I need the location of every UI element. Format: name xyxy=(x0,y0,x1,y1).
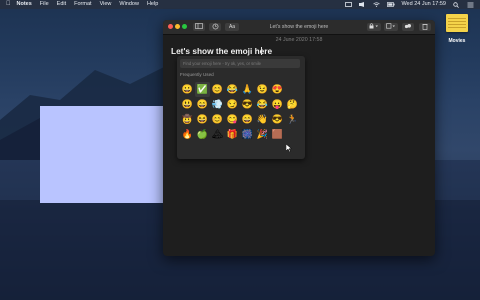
menu-format[interactable]: Format xyxy=(74,0,91,9)
list-view-button[interactable] xyxy=(193,23,205,31)
emoji-cell xyxy=(285,82,300,97)
emoji-cell[interactable]: ✅ xyxy=(195,82,210,97)
emoji-cell[interactable]: 🟫 xyxy=(270,127,285,142)
menubar-clock[interactable]: Wed 24 Jun 17:59 xyxy=(401,0,446,9)
list-icon xyxy=(195,23,203,29)
menu-help[interactable]: Help xyxy=(147,0,158,9)
emoji-cell[interactable]: 😄 xyxy=(195,97,210,112)
desktop-icon-label: Movies xyxy=(448,38,466,44)
format-text-button[interactable]: Aa xyxy=(225,23,239,31)
notes-window: Aa Let's show the emoji here 24 June 202… xyxy=(163,20,435,256)
clock-icon xyxy=(212,23,218,30)
emoji-cell[interactable]: 😆 xyxy=(195,112,210,127)
emoji-cell[interactable]: 😎 xyxy=(240,97,255,112)
emoji-cell[interactable]: 🤠 xyxy=(180,112,195,127)
emoji-cell[interactable]: 😊 xyxy=(210,82,225,97)
emoji-cell[interactable]: 😋 xyxy=(225,112,240,127)
emoji-cell[interactable]: 😛 xyxy=(270,97,285,112)
audio-icon[interactable] xyxy=(359,2,366,7)
emoji-cell[interactable]: 😂 xyxy=(255,97,270,112)
emoji-section-heading: Frequently Used xyxy=(180,72,214,77)
trash-icon xyxy=(422,24,428,30)
control-center-icon[interactable] xyxy=(467,2,474,8)
emoji-search-input[interactable]: Find your emoji here - try ok, yes, or s… xyxy=(180,59,300,68)
apple-menu-icon[interactable]:  xyxy=(6,0,11,9)
minimize-window-button[interactable] xyxy=(175,24,180,29)
search-icon[interactable] xyxy=(453,2,460,8)
emoji-cell[interactable]: 🙏 xyxy=(240,82,255,97)
control-strip-icon[interactable] xyxy=(345,2,353,7)
share-button[interactable] xyxy=(402,23,414,31)
emoji-cell[interactable]: 🎁 xyxy=(225,127,240,142)
mouse-pointer-icon xyxy=(286,144,292,152)
window-titlebar: Aa Let's show the emoji here xyxy=(163,20,435,35)
emoji-cell[interactable]: 😃 xyxy=(180,97,195,112)
attachment-icon xyxy=(386,23,395,29)
emoji-cell[interactable]: 😉 xyxy=(255,82,270,97)
emoji-cell[interactable]: 😄 xyxy=(240,112,255,127)
emoji-cell[interactable]: 🎉 xyxy=(255,127,270,142)
battery-icon[interactable] xyxy=(387,2,396,7)
emoji-cell[interactable]: 😂 xyxy=(225,82,240,97)
emoji-cell[interactable]: 😍 xyxy=(270,82,285,97)
menu-bar:  Notes File Edit Format View Window Hel… xyxy=(0,0,480,9)
wifi-icon[interactable] xyxy=(373,2,381,7)
emoji-cell[interactable]: 🏃 xyxy=(285,112,300,127)
menu-file[interactable]: File xyxy=(40,0,49,9)
emoji-cell[interactable]: 😏 xyxy=(225,97,240,112)
emoji-cell[interactable]: 🎆 xyxy=(240,127,255,142)
lock-icon xyxy=(369,23,378,29)
emoji-grid: 😀 ✅ 😊 😂 🙏 😉 😍 😃 😄 💨 😏 😎 😂 😛 🤔 🤠 😆 😊 😋 😄 … xyxy=(180,82,300,142)
emoji-cell xyxy=(285,127,300,142)
movies-folder-icon[interactable] xyxy=(446,14,468,32)
emoji-cell[interactable]: 🔥 xyxy=(180,127,195,142)
trash-button[interactable] xyxy=(419,23,431,31)
emoji-cell[interactable]: 🏔 xyxy=(210,127,225,142)
menu-edit[interactable]: Edit xyxy=(57,0,66,9)
menu-view[interactable]: View xyxy=(100,0,112,9)
zoom-window-button[interactable] xyxy=(182,24,187,29)
menu-window[interactable]: Window xyxy=(119,0,139,9)
menu-app-name[interactable]: Notes xyxy=(17,0,32,9)
text-caret xyxy=(261,47,262,55)
window-title: Let's show the emoji here xyxy=(269,24,329,30)
emoji-cell[interactable]: 😀 xyxy=(180,82,195,97)
note-date: 24 June 2020 17:58 xyxy=(275,37,323,43)
emoji-cell[interactable]: 😎 xyxy=(270,112,285,127)
emoji-cell[interactable]: 🤔 xyxy=(285,97,300,112)
attachment-button[interactable] xyxy=(384,23,398,31)
emoji-cell[interactable]: 😊 xyxy=(210,112,225,127)
close-window-button[interactable] xyxy=(168,24,173,29)
emoji-cell[interactable]: 💨 xyxy=(210,97,225,112)
emoji-cell[interactable]: 🍏 xyxy=(195,127,210,142)
pale-blue-rectangle xyxy=(40,106,164,203)
emoji-cell[interactable]: 👋 xyxy=(255,112,270,127)
share-icon xyxy=(404,24,411,29)
lock-button[interactable] xyxy=(367,23,381,31)
note-title-text[interactable]: Let's show the emoji here xyxy=(171,46,272,56)
clock-button[interactable] xyxy=(209,23,221,31)
